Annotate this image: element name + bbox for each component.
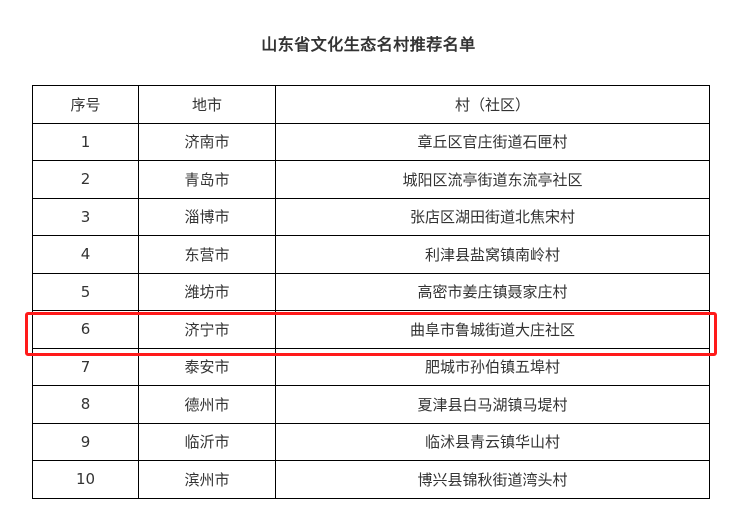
- cell-village: 高密市姜庄镇聂家庄村: [275, 272, 710, 311]
- header-village: 村（社区）: [275, 85, 710, 124]
- table-row: 10 滨州市 博兴县锦秋街道湾头村: [32, 460, 710, 499]
- table-row: 1 济南市 章丘区官庄街道石匣村: [32, 122, 710, 161]
- cell-village: 博兴县锦秋街道湾头村: [275, 460, 710, 499]
- village-list-table: 序号 地市 村（社区） 1 济南市 章丘区官庄街道石匣村 2 青岛市 城阳区流亭…: [32, 85, 710, 499]
- table-header-row: 序号 地市 村（社区）: [32, 85, 710, 124]
- cell-no: 8: [32, 385, 139, 424]
- table-row: 9 临沂市 临沭县青云镇华山村: [32, 422, 710, 461]
- cell-city: 济南市: [138, 122, 276, 161]
- cell-no: 2: [32, 160, 139, 199]
- cell-village: 章丘区官庄街道石匣村: [275, 122, 710, 161]
- cell-city: 滨州市: [138, 460, 276, 499]
- cell-village: 张店区湖田街道北焦宋村: [275, 197, 710, 236]
- page-title: 山东省文化生态名村推荐名单: [261, 35, 476, 54]
- header-city: 地市: [138, 85, 276, 124]
- cell-village: 曲阜市鲁城街道大庄社区: [275, 310, 710, 349]
- cell-village: 利津县盐窝镇南岭村: [275, 235, 710, 274]
- cell-village: 肥城市孙伯镇五埠村: [275, 347, 710, 386]
- cell-city: 潍坊市: [138, 272, 276, 311]
- cell-village: 临沭县青云镇华山村: [275, 422, 710, 461]
- cell-no: 7: [32, 347, 139, 386]
- table-row: 4 东营市 利津县盐窝镇南岭村: [32, 235, 710, 274]
- cell-city: 德州市: [138, 385, 276, 424]
- cell-no: 4: [32, 235, 139, 274]
- table-row-highlighted: 6 济宁市 曲阜市鲁城街道大庄社区: [32, 310, 710, 349]
- cell-no: 3: [32, 197, 139, 236]
- cell-city: 济宁市: [138, 310, 276, 349]
- cell-city: 青岛市: [138, 160, 276, 199]
- cell-no: 9: [32, 422, 139, 461]
- cell-village: 城阳区流亭街道东流亭社区: [275, 160, 710, 199]
- cell-city: 淄博市: [138, 197, 276, 236]
- table-row: 2 青岛市 城阳区流亭街道东流亭社区: [32, 160, 710, 199]
- cell-no: 1: [32, 122, 139, 161]
- table-row: 3 淄博市 张店区湖田街道北焦宋村: [32, 197, 710, 236]
- cell-village: 夏津县白马湖镇马堤村: [275, 385, 710, 424]
- table-row: 5 潍坊市 高密市姜庄镇聂家庄村: [32, 272, 710, 311]
- cell-no: 10: [32, 460, 139, 499]
- table-row: 8 德州市 夏津县白马湖镇马堤村: [32, 385, 710, 424]
- cell-city: 泰安市: [138, 347, 276, 386]
- cell-city: 东营市: [138, 235, 276, 274]
- table-row: 7 泰安市 肥城市孙伯镇五埠村: [32, 347, 710, 386]
- header-no: 序号: [32, 85, 139, 124]
- cell-no: 6: [32, 310, 139, 349]
- cell-city: 临沂市: [138, 422, 276, 461]
- cell-no: 5: [32, 272, 139, 311]
